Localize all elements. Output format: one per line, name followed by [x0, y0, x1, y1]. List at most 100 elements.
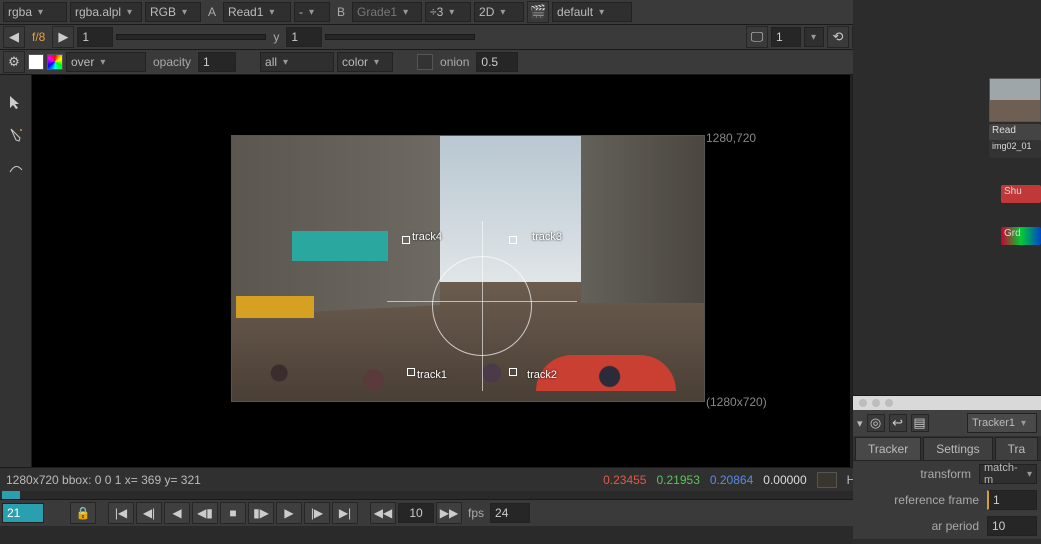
period-field[interactable]: 10 — [987, 516, 1037, 536]
step-back-icon[interactable]: ◀▮ — [192, 502, 218, 524]
screen-num-field[interactable]: 1 — [771, 27, 801, 47]
stop-icon[interactable]: ■ — [220, 502, 246, 524]
b-source-dropdown[interactable]: Grade1 — [352, 2, 422, 22]
next-key-icon[interactable]: |▶ — [304, 502, 330, 524]
clapper-icon[interactable]: 🎬 — [527, 1, 549, 23]
x-field[interactable]: 1 — [77, 27, 113, 47]
bbox-info: 1280x720 bbox: 0 0 1 x= 369 y= 321 — [6, 473, 201, 487]
tab-settings[interactable]: Settings — [923, 437, 992, 460]
resolution-top-label: 1280,720 — [706, 131, 756, 145]
proxy-dropdown[interactable]: default — [552, 2, 632, 22]
history-icon[interactable]: ↩ — [889, 414, 907, 432]
arrow-left-icon[interactable]: ◀ — [3, 26, 25, 48]
max-window-icon[interactable] — [885, 399, 893, 407]
color-wheel-swatch[interactable] — [47, 54, 63, 70]
y-slider[interactable] — [325, 34, 475, 40]
screen-num-dd[interactable] — [804, 27, 824, 47]
viewer-toolbar — [0, 75, 32, 467]
play-fwd-icon[interactable]: ▶ — [276, 502, 302, 524]
curve-icon[interactable] — [0, 151, 32, 184]
image-canvas[interactable]: track4 track3 track1 track2 — [231, 135, 705, 402]
tab-tracker[interactable]: Tracker — [855, 437, 921, 460]
period-label: ar period — [928, 519, 983, 533]
refframe-label: reference frame — [890, 493, 983, 507]
color-a: 0.00000 — [763, 473, 806, 487]
node-thumbnail[interactable] — [989, 78, 1041, 122]
tracker-overlay[interactable]: track4 track3 track1 track2 — [387, 221, 577, 391]
pen-icon[interactable] — [0, 118, 32, 151]
right-panel: Read img02_01 Shu Grd ▾ ◎ ↩ ▤ Tracker1 T… — [853, 0, 1041, 544]
tracker-corner-4[interactable] — [402, 236, 410, 244]
node-read-file: img02_01 — [989, 140, 1041, 158]
skip-field[interactable]: 10 — [398, 503, 434, 523]
prev-key-icon[interactable]: ◀| — [136, 502, 162, 524]
merge-dropdown[interactable]: over — [66, 52, 146, 72]
skip-fwd-icon[interactable]: ▶▶ — [436, 502, 462, 524]
chevron-down-icon[interactable]: ▾ — [857, 417, 863, 430]
clipboard-icon[interactable]: ▤ — [911, 414, 929, 432]
b-label: B — [333, 5, 349, 19]
goto-last-icon[interactable]: ▶| — [332, 502, 358, 524]
fps-label: fps — [464, 506, 488, 520]
arrow-right-icon[interactable]: ▶ — [52, 26, 74, 48]
node-grade[interactable]: Grd — [1001, 227, 1041, 245]
onion-checkbox[interactable] — [417, 54, 433, 70]
tab-header: Tracker Settings Tra — [853, 436, 1041, 461]
a-label: A — [204, 5, 220, 19]
x-slider[interactable] — [116, 34, 266, 40]
node-shuffle[interactable]: Shu — [1001, 185, 1041, 203]
current-frame-field[interactable]: 21 — [2, 503, 44, 523]
close-window-icon[interactable] — [859, 399, 867, 407]
filter-dropdown[interactable]: all — [260, 52, 334, 72]
transform-label: transform — [916, 467, 975, 481]
fstop-label: f/8 — [28, 30, 49, 44]
refframe-field[interactable]: 1 — [987, 490, 1037, 510]
viewmode-dropdown[interactable]: 2D — [474, 2, 524, 22]
a-source-dropdown[interactable]: Read1 — [223, 2, 291, 22]
frame-range-marker[interactable] — [2, 491, 20, 499]
gear-icon[interactable]: ⚙ — [3, 51, 25, 73]
channel-sel-dropdown[interactable]: color — [337, 52, 393, 72]
refresh-1-icon[interactable]: ⟲ — [827, 26, 849, 48]
onion-value-field[interactable]: 0.5 — [476, 52, 518, 72]
track1-label: track1 — [417, 369, 447, 381]
tracker-corner-2[interactable] — [509, 368, 517, 376]
component-dropdown[interactable]: rgba.alpl — [70, 2, 142, 22]
window-controls — [853, 396, 1041, 410]
color-r: 0.23455 — [603, 473, 646, 487]
colorspace-dropdown[interactable]: RGB — [145, 2, 201, 22]
tracker-corner-3[interactable] — [509, 236, 517, 244]
sampled-color-swatch — [817, 472, 837, 488]
screen-icon[interactable]: 🖵 — [746, 26, 768, 48]
channel-dropdown[interactable]: rgba — [3, 2, 67, 22]
y-field[interactable]: 1 — [286, 27, 322, 47]
onion-label: onion — [436, 55, 473, 69]
tracker-node-tab[interactable]: Tracker1 — [967, 413, 1037, 433]
play-back-icon[interactable]: ◀ — [164, 502, 190, 524]
skip-back-icon[interactable]: ◀◀ — [370, 502, 396, 524]
step-fwd-icon[interactable]: ▮▶ — [248, 502, 274, 524]
scale-dropdown[interactable]: ÷3 — [425, 2, 471, 22]
tracker-corner-1[interactable] — [407, 368, 415, 376]
cursor-icon[interactable] — [0, 85, 32, 118]
y-label: y — [269, 30, 283, 44]
white-swatch[interactable] — [28, 54, 44, 70]
track2-label: track2 — [527, 369, 557, 381]
lock-icon[interactable]: 🔒 — [70, 502, 96, 524]
viewport[interactable]: 1280,720 (1280x720) track4 track3 track1 — [32, 75, 850, 467]
a-extra-dropdown[interactable]: - — [294, 2, 330, 22]
target-icon[interactable]: ◎ — [867, 414, 885, 432]
tab-transform[interactable]: Tra — [995, 437, 1039, 460]
transform-dropdown[interactable]: match-m — [979, 464, 1037, 484]
resolution-bottom-label: (1280x720) — [706, 395, 767, 409]
fps-field[interactable]: 24 — [490, 503, 530, 523]
opacity-label: opacity — [149, 55, 195, 69]
opacity-field[interactable]: 1 — [198, 52, 236, 72]
properties-panel: ▾ ◎ ↩ ▤ Tracker1 Tracker Settings Tra tr… — [853, 395, 1041, 539]
goto-first-icon[interactable]: |◀ — [108, 502, 134, 524]
color-b: 0.20864 — [710, 473, 753, 487]
min-window-icon[interactable] — [872, 399, 880, 407]
track3-label: track3 — [532, 231, 562, 243]
track4-label: track4 — [412, 231, 442, 243]
color-g: 0.21953 — [656, 473, 699, 487]
